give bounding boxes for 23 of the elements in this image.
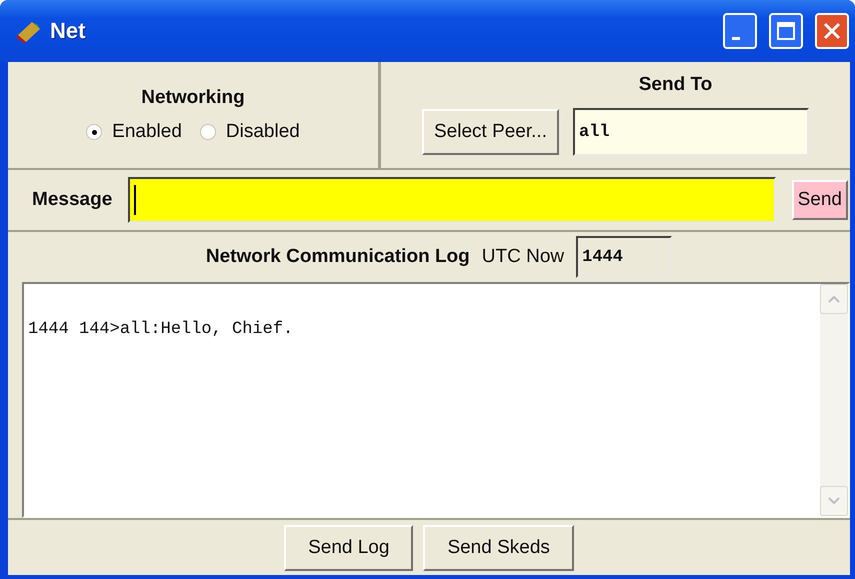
send-button[interactable]: Send [792,180,848,220]
section-heading: Send To [638,74,712,96]
radio-option[interactable]: Enabled [86,121,182,143]
maximize-icon [777,22,795,40]
section-heading: Networking [141,87,245,109]
radio-option[interactable]: Disabled [200,121,300,143]
window-title: Net [50,18,86,44]
app-icon [14,19,42,43]
utc-label: UTC Now [482,246,564,268]
recipient-field[interactable]: all [573,108,809,156]
maximize-button[interactable] [769,13,803,49]
message-field[interactable] [128,177,776,223]
utc-field: 1444 [576,236,672,278]
select-peer-button[interactable]: Select Peer... [422,109,559,155]
action-button[interactable]: Send Log [284,524,414,570]
log-line: 1444 144>all:Hello, Chief. [28,320,294,339]
minimize-icon [732,36,740,40]
close-icon [823,22,841,40]
log-title: Network Communication Log [206,246,470,268]
message-label: Message [32,189,112,211]
minimize-button[interactable] [723,13,757,49]
close-button[interactable] [815,13,849,49]
action-button[interactable]: Send Skeds [423,524,574,570]
